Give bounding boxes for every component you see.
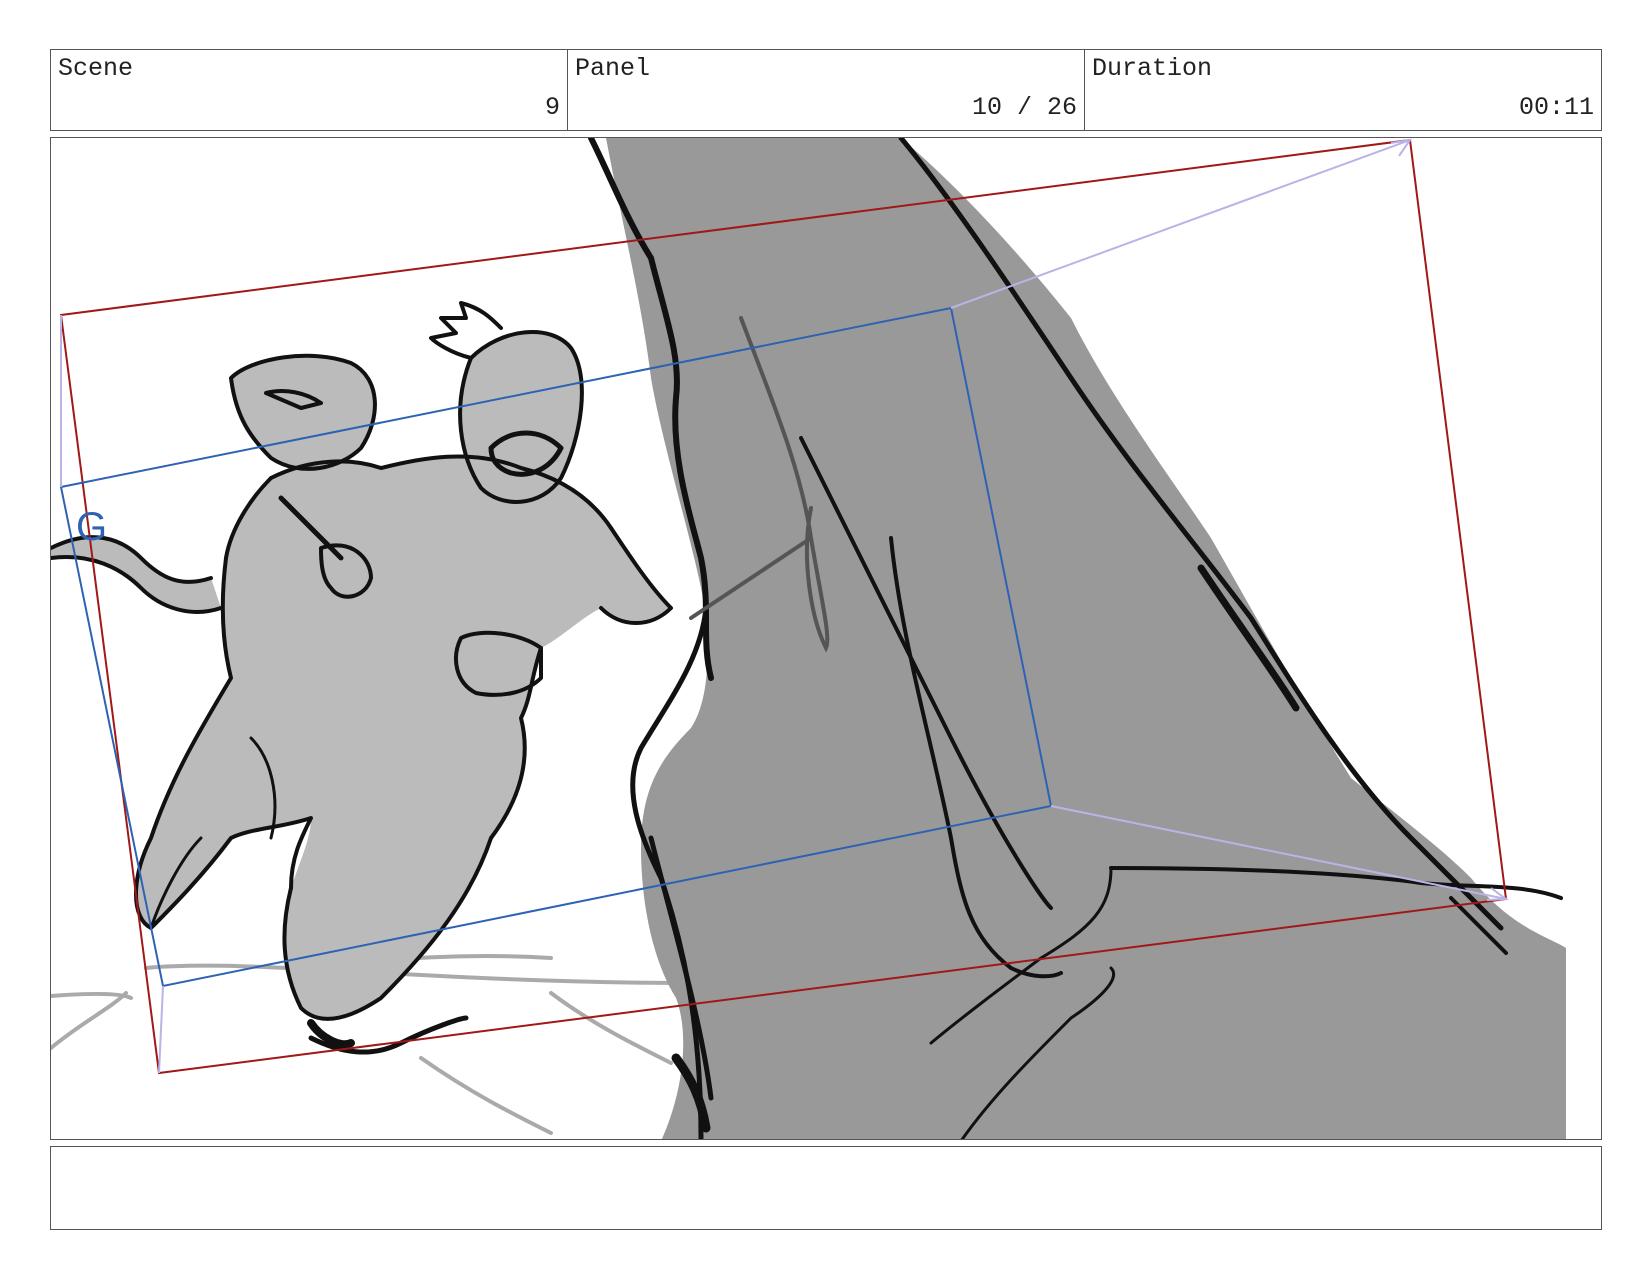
rider-body-fill — [136, 456, 671, 1019]
panel-number: 10 / 26 — [971, 93, 1077, 122]
sketch-canvas: G — [51, 138, 1566, 1139]
duration-label: Duration — [1092, 54, 1213, 83]
rider-back-head-fill — [231, 355, 375, 469]
panel-label: Panel — [575, 54, 651, 83]
characters — [51, 301, 673, 1055]
panel-info-header: Scene 9 Panel 10 / 26 Duration 00:11 — [50, 49, 1602, 131]
foreground-shape — [606, 138, 1566, 1139]
scene-number: 9 — [544, 93, 560, 122]
duration-cell: Duration 00:11 — [1085, 50, 1601, 130]
duration-value: 00:11 — [1518, 93, 1594, 122]
panel-cell: Panel 10 / 26 — [568, 50, 1085, 130]
guide-marker-label: G — [76, 505, 107, 549]
storyboard-frame[interactable]: G — [50, 137, 1602, 1140]
scene-label: Scene — [58, 54, 134, 83]
panel-notes-box[interactable] — [50, 1146, 1602, 1230]
scene-cell: Scene 9 — [51, 50, 568, 130]
